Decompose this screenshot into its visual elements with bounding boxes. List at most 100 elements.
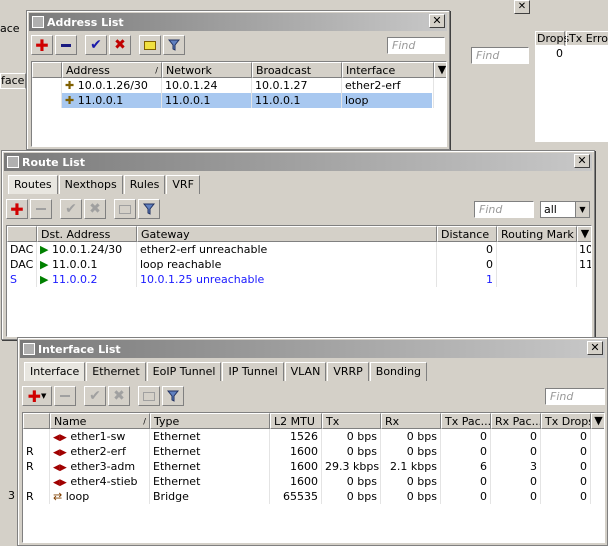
address-table: Address / Network Broadcast Interface ▼ ✚… [31,61,447,147]
column-menu-button[interactable]: ▼ [577,226,591,242]
column-header-gateway[interactable]: Gateway [137,226,437,242]
column-header-tx-drops[interactable]: Tx Drops [541,413,591,429]
tab-vrf[interactable]: VRF [166,175,200,194]
search-input[interactable]: Find [474,201,534,218]
column-header-tx-packets[interactable]: Tx Pac... [441,413,491,429]
filter-button[interactable] [163,35,185,55]
column-header-network[interactable]: Network [162,62,252,78]
type-cell: Ethernet [150,474,270,489]
comment-button[interactable] [114,199,136,219]
window-icon [32,16,44,28]
column-menu-button[interactable]: ▼ [591,413,604,429]
enable-button[interactable]: ✔ [84,386,106,406]
column-header-routing-mark[interactable]: Routing Mark [497,226,577,242]
column-header-interface[interactable]: Interface [342,62,434,78]
tab-eoip-tunnel[interactable]: EoIP Tunnel [146,362,222,381]
name-cell: ◀▶ ether2-erf [50,444,150,459]
table-row[interactable]: R ◀▶ ether2-erf Ethernet 1600 0 bps 0 bp… [23,444,604,459]
name-cell: ⇄ loop [50,489,150,504]
remove-button[interactable] [30,199,52,219]
name-cell: ◀▶ ether4-stieb [50,474,150,489]
rx-cell: 0 bps [381,429,441,444]
table-row[interactable]: ✚ 11.0.0.1 11.0.0.1 11.0.0.1 loop [32,93,434,108]
add-button[interactable]: ✚ ▼ [22,386,52,406]
column-header-rx[interactable]: Rx [381,413,441,429]
add-button[interactable]: ✚ [6,199,28,219]
chevron-down-icon: ▼ [41,392,47,400]
tab-interface[interactable]: Interface [24,362,86,381]
bg-bottom-label: 3 [8,489,15,502]
sort-icon: / [143,417,146,426]
tab-routes[interactable]: Routes [8,175,58,194]
close-button[interactable]: ✕ [429,14,445,28]
column-header-name[interactable]: Name / [50,413,150,429]
bg-find-input[interactable]: Find [471,47,529,64]
tab-vlan[interactable]: VLAN [284,362,327,381]
bg-grid [535,46,608,142]
name-cell: ◀▶ ether3-adm [50,459,150,474]
row-flag: DAC [7,242,37,257]
filter-button[interactable] [138,199,160,219]
interface-cell: loop [342,93,434,108]
sort-icon: / [155,66,158,75]
enable-button[interactable]: ✔ [85,35,107,55]
l2-mtu-cell: 65535 [270,489,322,504]
x-icon: ✖ [113,388,125,404]
disable-button[interactable]: ✖ [109,35,131,55]
close-button[interactable]: ✕ [574,154,590,168]
remove-button[interactable] [54,386,76,406]
column-header-rx-packets[interactable]: Rx Pac... [491,413,541,429]
close-button[interactable]: ✕ [587,341,603,355]
address-list-window: Address List ✕ ✚ ✔ ✖ Find Address / Netwo… [26,10,450,150]
column-header-flag[interactable] [23,413,50,429]
disable-button[interactable]: ✖ [108,386,130,406]
filter-button[interactable] [162,386,184,406]
check-icon: ✔ [65,201,77,217]
table-row[interactable]: DAC ▶ 11.0.0.1 loop reachable 0 11 [7,257,591,272]
tab-ip-tunnel[interactable]: IP Tunnel [222,362,284,381]
filter-select[interactable]: all ▼ [540,201,590,218]
search-input[interactable]: Find [387,37,445,54]
column-menu-button[interactable]: ▼ [434,62,446,78]
tab-rules[interactable]: Rules [123,175,166,194]
remove-button[interactable] [55,35,77,55]
column-header-type[interactable]: Type [150,413,270,429]
interface-cell: ether2-erf [342,78,434,93]
comment-button[interactable] [138,386,160,406]
bg-close-button[interactable]: ✕ [514,0,530,14]
tx-packets-cell: 6 [441,459,491,474]
column-header-tx[interactable]: Tx [322,413,381,429]
enable-button[interactable]: ✔ [60,199,82,219]
table-row[interactable]: R ⇄ loop Bridge 65535 0 bps 0 bps 0 0 0 [23,489,604,504]
column-header-dst-address[interactable]: Dst. Address [37,226,137,242]
column-header-flag[interactable] [7,226,37,242]
tab-nexthops[interactable]: Nexthops [58,175,123,194]
tab-vrrp[interactable]: VRRP [327,362,369,381]
column-header-broadcast[interactable]: Broadcast [252,62,342,78]
column-header-flag[interactable] [32,62,62,78]
add-button[interactable]: ✚ [31,35,53,55]
table-row[interactable]: R ◀▶ ether3-adm Ethernet 1600 29.3 kbps … [23,459,604,474]
tab-bonding[interactable]: Bonding [369,362,428,381]
minus-icon [60,395,70,397]
table-row[interactable]: ✚ 10.0.1.26/30 10.0.1.24 10.0.1.27 ether… [32,78,446,93]
table-row[interactable]: S ▶ 11.0.0.2 10.0.1.25 unreachable 1 [7,272,591,287]
interface-list-titlebar[interactable]: Interface List ✕ [20,340,605,358]
table-row[interactable]: ◀▶ ether1-sw Ethernet 1526 0 bps 0 bps 0… [23,429,604,444]
x-icon: ✖ [114,37,126,53]
table-row[interactable]: DAC ▶ 10.0.1.24/30 ether2-erf unreachabl… [7,242,591,257]
disable-button[interactable]: ✖ [84,199,106,219]
address-list-titlebar[interactable]: Address List ✕ [29,13,447,31]
column-header-distance[interactable]: Distance [437,226,497,242]
tab-ethernet[interactable]: Ethernet [86,362,146,381]
comment-button[interactable] [139,35,161,55]
window-title: Interface List [38,342,121,356]
route-list-titlebar[interactable]: Route List ✕ [4,153,592,171]
chevron-down-icon[interactable]: ▼ [575,202,589,217]
search-input[interactable]: Find [545,388,605,405]
column-header-l2-mtu[interactable]: L2 MTU [270,413,322,429]
l2-mtu-cell: 1600 [270,474,322,489]
table-row[interactable]: ◀▶ ether4-stieb Ethernet 1600 0 bps 0 bp… [23,474,604,489]
column-header-address[interactable]: Address / [62,62,162,78]
tx-packets-cell: 0 [441,444,491,459]
